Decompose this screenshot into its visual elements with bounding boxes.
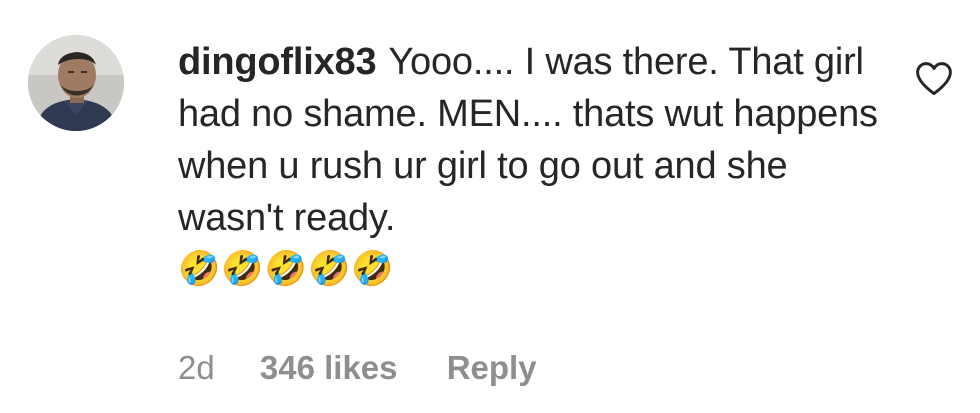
comment-time[interactable]: 2d [178,346,215,390]
comment-meta: 2d 346 likes Reply [178,346,537,390]
avatar-photo [28,35,124,131]
reply-button[interactable]: Reply [447,346,537,390]
comment: dingoflix83 Yooo.... I was there. That gi… [0,0,980,413]
comment-emojis: 🤣🤣🤣🤣🤣 [178,250,395,288]
likes-count[interactable]: 346 likes [260,346,398,390]
comment-username[interactable]: dingoflix83 [178,41,377,83]
heart-icon[interactable] [914,60,954,96]
avatar[interactable] [28,35,124,131]
comment-body: dingoflix83 Yooo.... I was there. That gi… [178,36,878,294]
heart-outline-icon [916,62,952,96]
